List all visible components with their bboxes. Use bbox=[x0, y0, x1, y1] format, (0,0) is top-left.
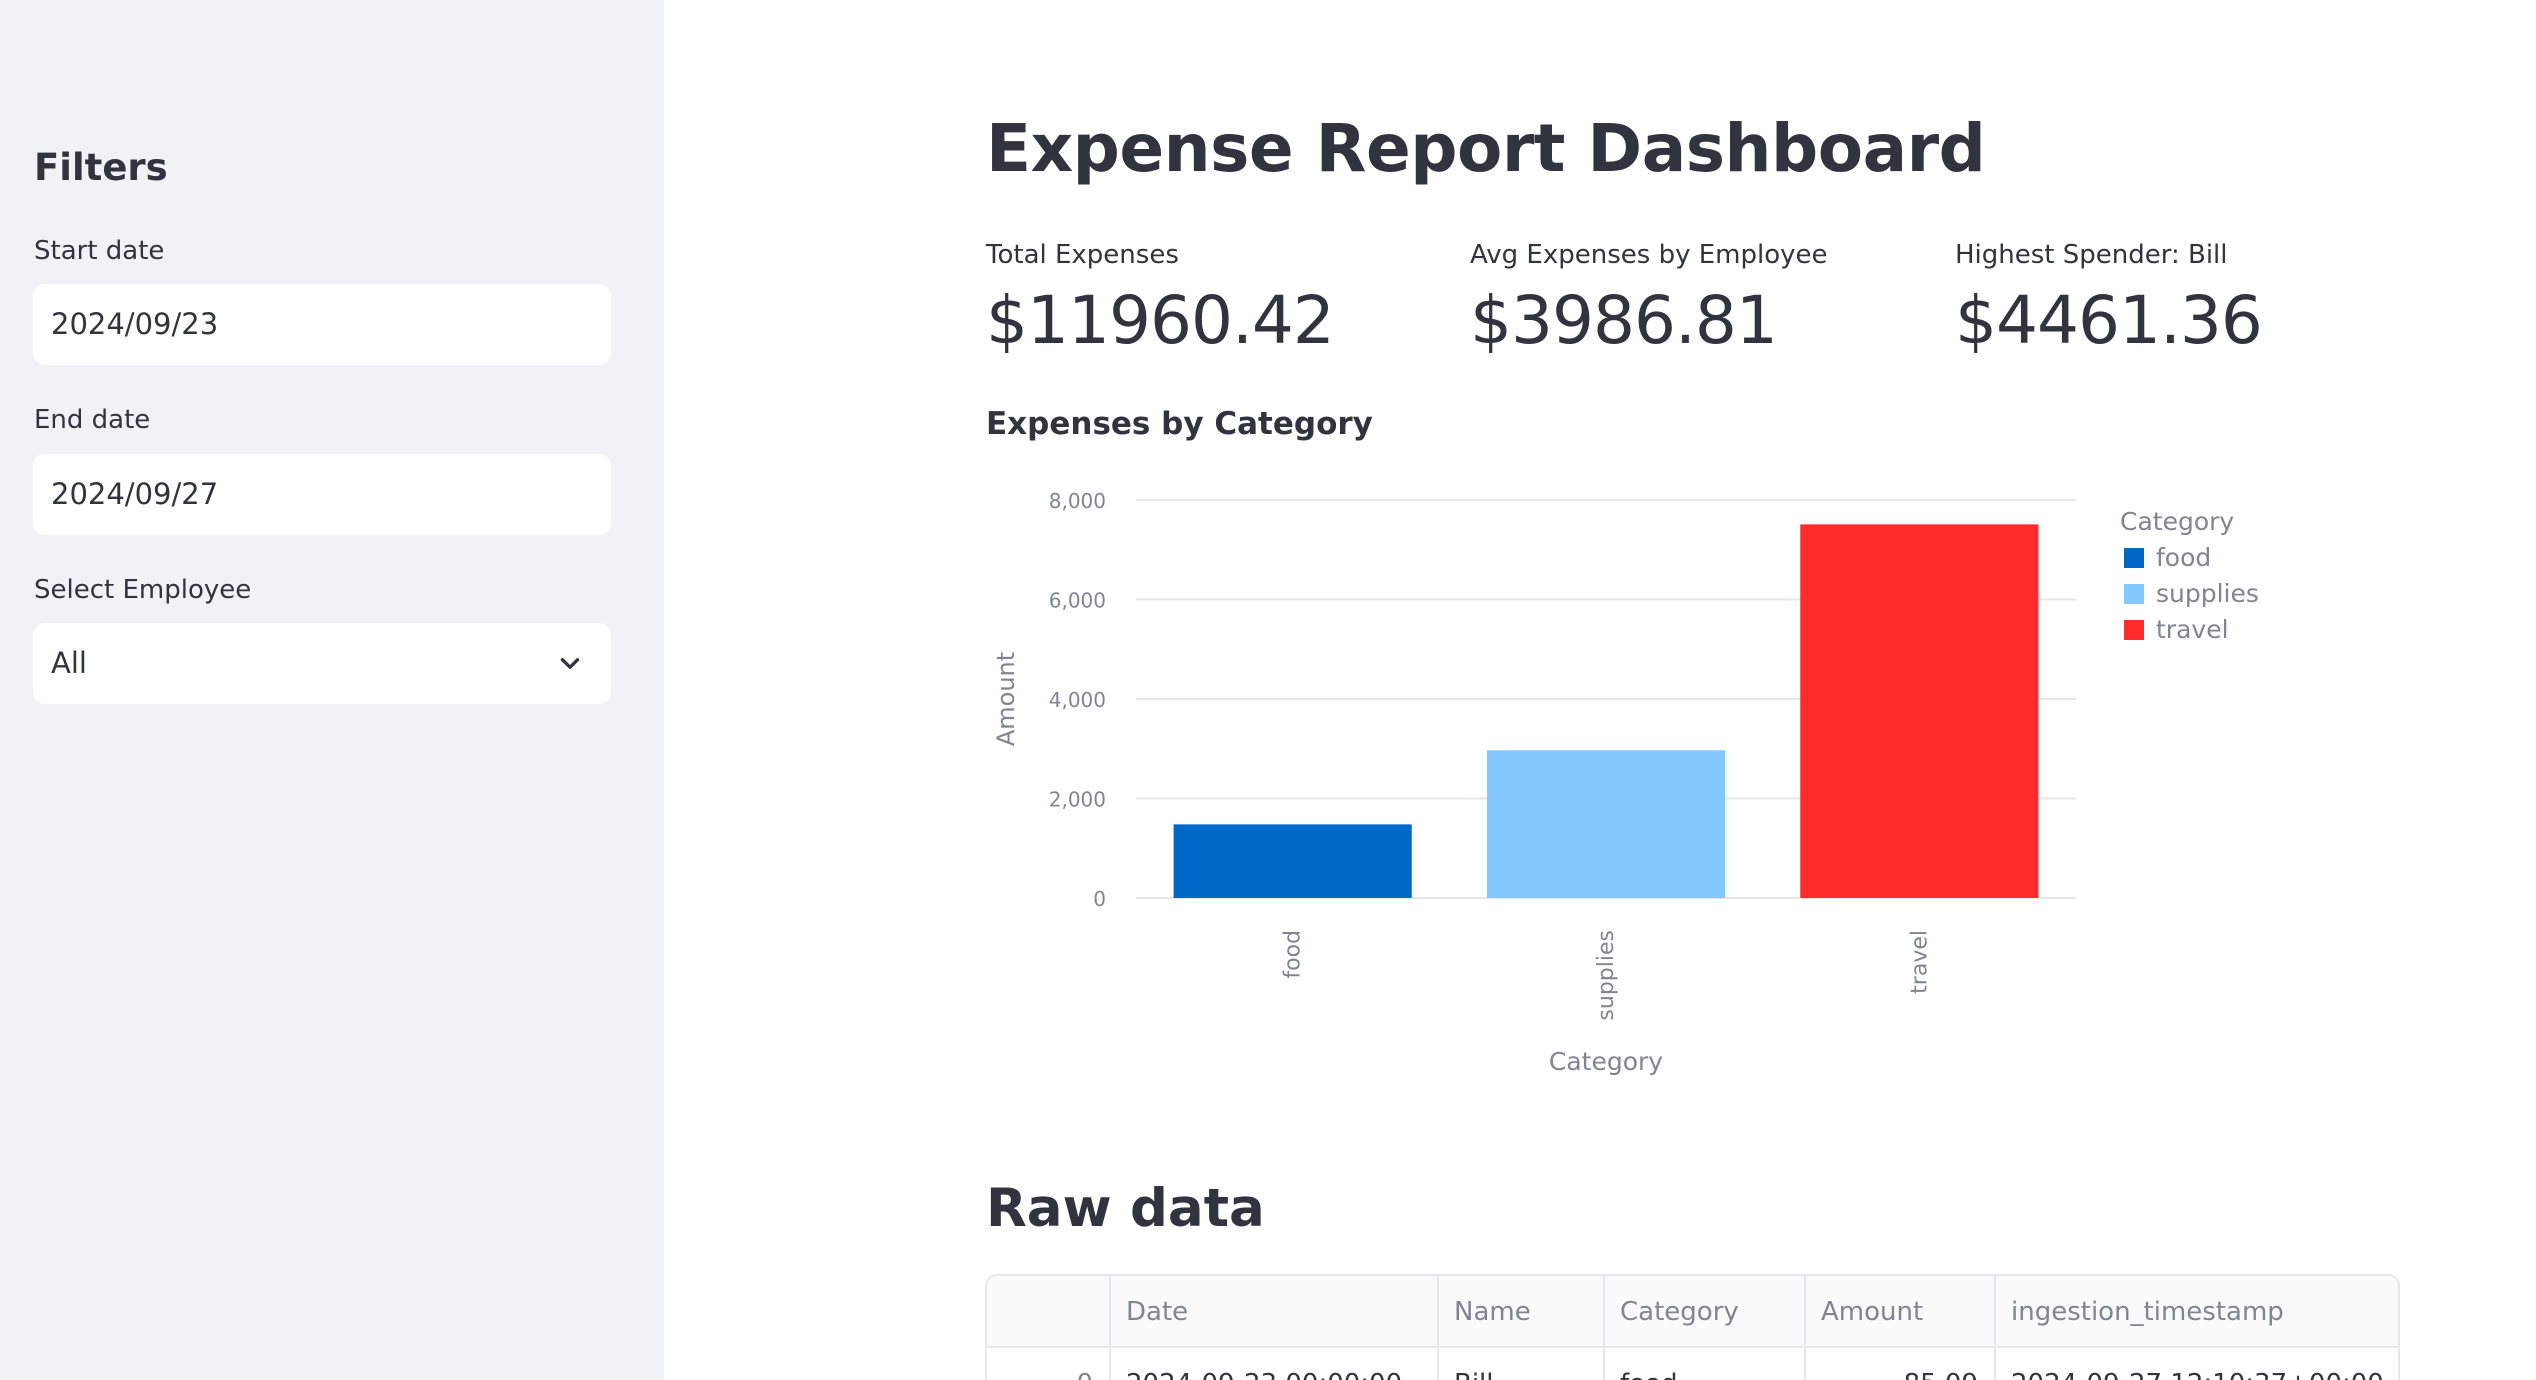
header-category[interactable]: Category bbox=[1605, 1276, 1806, 1348]
legend-title: Category bbox=[2120, 507, 2234, 536]
legend-swatch-food bbox=[2124, 548, 2144, 568]
x-tick-label: supplies bbox=[1594, 930, 1619, 1021]
header-name[interactable]: Name bbox=[1439, 1276, 1605, 1348]
cell-name[interactable]: Bill bbox=[1439, 1348, 1605, 1380]
cell-category[interactable]: food bbox=[1605, 1348, 1806, 1380]
x-axis-label: Category bbox=[1549, 1047, 1663, 1076]
end-date-label: End date bbox=[34, 405, 151, 435]
chevron-down-icon bbox=[560, 658, 580, 669]
header-ingestion-timestamp[interactable]: ingestion_timestamp bbox=[1996, 1276, 2398, 1348]
filters-heading: Filters bbox=[34, 146, 168, 189]
metric-avg-label: Avg Expenses by Employee bbox=[1470, 240, 1828, 270]
table-header-row: Date Name Category Amount ingestion_time… bbox=[987, 1276, 2398, 1348]
end-date-value: 2024/09/27 bbox=[51, 477, 219, 511]
employee-select[interactable]: All bbox=[33, 623, 611, 704]
metric-total-value: $11960.42 bbox=[986, 282, 1335, 359]
y-tick-label: 0 bbox=[1093, 887, 1106, 911]
raw-data-table[interactable]: Date Name Category Amount ingestion_time… bbox=[985, 1274, 2400, 1380]
start-date-value: 2024/09/23 bbox=[51, 307, 219, 341]
sidebar: Filters Start date 2024/09/23 End date 2… bbox=[0, 0, 664, 1380]
y-tick-label: 2,000 bbox=[1049, 788, 1106, 812]
legend-swatch-supplies bbox=[2124, 584, 2144, 604]
metric-avg-value: $3986.81 bbox=[1470, 282, 1778, 359]
header-date[interactable]: Date bbox=[1111, 1276, 1439, 1348]
start-date-label: Start date bbox=[34, 236, 165, 266]
y-axis-label: Amount bbox=[992, 652, 1020, 746]
y-tick-label: 6,000 bbox=[1049, 589, 1106, 613]
legend-label-travel: travel bbox=[2156, 615, 2229, 644]
metric-highest-label: Highest Spender: Bill bbox=[1955, 240, 2228, 270]
y-tick-label: 8,000 bbox=[1049, 489, 1106, 513]
legend-label-supplies: supplies bbox=[2156, 579, 2259, 608]
row-index: 0 bbox=[987, 1348, 1111, 1380]
start-date-input[interactable]: 2024/09/23 bbox=[33, 284, 611, 365]
end-date-input[interactable]: 2024/09/27 bbox=[33, 454, 611, 535]
bar-food bbox=[1173, 824, 1412, 898]
header-amount[interactable]: Amount bbox=[1806, 1276, 1996, 1348]
page-title: Expense Report Dashboard bbox=[986, 110, 1986, 187]
table-row[interactable]: 0 2024-09-23 00:00:00 Bill food 85.09 20… bbox=[987, 1348, 2398, 1380]
y-tick-label: 4,000 bbox=[1049, 688, 1106, 712]
legend-label-food: food bbox=[2156, 543, 2211, 572]
employee-label: Select Employee bbox=[34, 575, 252, 605]
cell-date[interactable]: 2024-09-23 00:00:00 bbox=[1111, 1348, 1439, 1380]
cell-ingestion-timestamp[interactable]: 2024-09-27 12:10:37+00:00 bbox=[1996, 1348, 2398, 1380]
metric-total-label: Total Expenses bbox=[986, 240, 1179, 270]
header-index bbox=[987, 1276, 1111, 1348]
bar-supplies bbox=[1486, 750, 1726, 898]
metric-highest-value: $4461.36 bbox=[1955, 282, 2263, 359]
bar-travel bbox=[1800, 524, 2039, 898]
x-tick-label: food bbox=[1281, 930, 1306, 979]
main-content: Expense Report Dashboard Total Expenses … bbox=[664, 0, 2536, 1380]
cell-amount[interactable]: 85.09 bbox=[1806, 1348, 1996, 1380]
chart-title: Expenses by Category bbox=[986, 406, 1373, 442]
raw-data-heading: Raw data bbox=[986, 1178, 1265, 1239]
x-tick-label: travel bbox=[1907, 930, 1932, 994]
employee-select-value: All bbox=[51, 646, 87, 680]
expenses-bar-chart: 0 2,000 4,000 6,000 8,000 Amount food supplies t… bbox=[992, 489, 2259, 1076]
legend-swatch-travel bbox=[2124, 620, 2144, 640]
